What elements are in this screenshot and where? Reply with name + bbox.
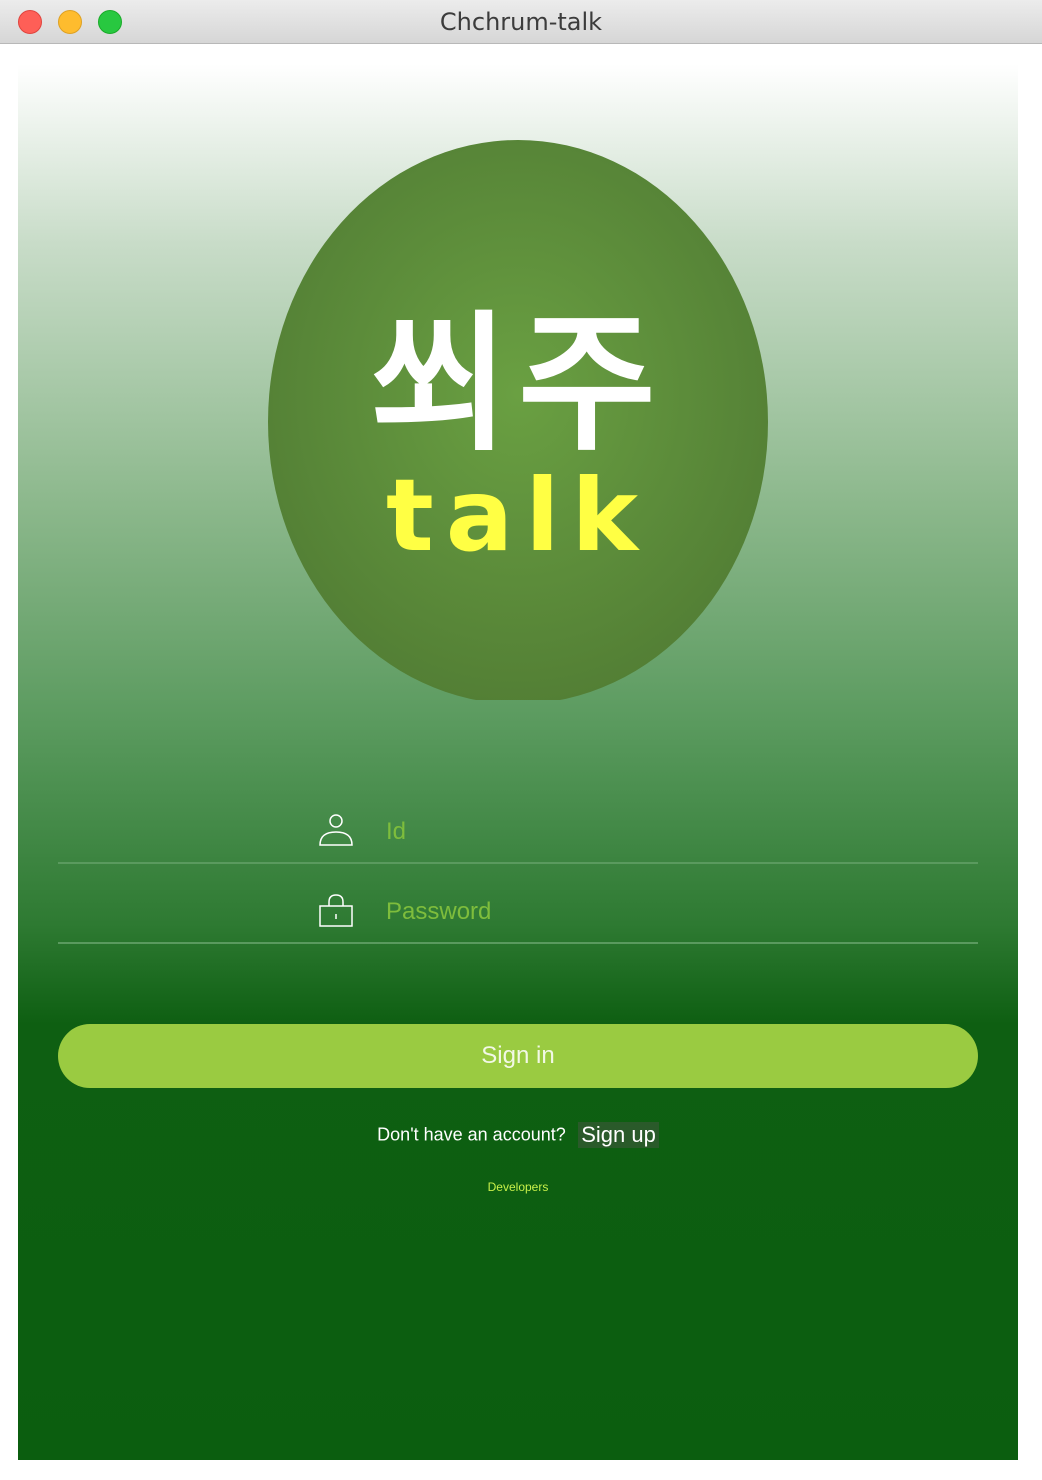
lock-icon (319, 894, 353, 927)
password-field (58, 864, 978, 944)
password-input[interactable] (386, 894, 946, 930)
signup-prompt: Don't have an account? (377, 1124, 566, 1145)
logo-korean-text: 쐬주 (370, 298, 666, 472)
logo-talk-text: talk (386, 457, 650, 574)
app-window: Chchrum-talk 쐬주 talk Id Sign in Don't ha… (0, 0, 1042, 1480)
login-screen: 쐬주 talk Sign in Don't have an account? S… (18, 64, 1018, 1460)
sign-up-button[interactable]: Sign up (578, 1122, 659, 1148)
signup-row: Don't have an account? Sign up (18, 1122, 1018, 1148)
sign-in-button[interactable]: Sign in (58, 1024, 978, 1088)
user-icon (319, 814, 353, 846)
developers-link[interactable]: Developers (18, 1180, 1018, 1194)
app-logo: 쐬주 talk (268, 140, 768, 700)
window-title: Chchrum-talk (439, 8, 603, 36)
id-field (58, 784, 978, 864)
id-input[interactable] (386, 814, 946, 850)
title-bar: Chchrum-talk (0, 0, 1042, 44)
